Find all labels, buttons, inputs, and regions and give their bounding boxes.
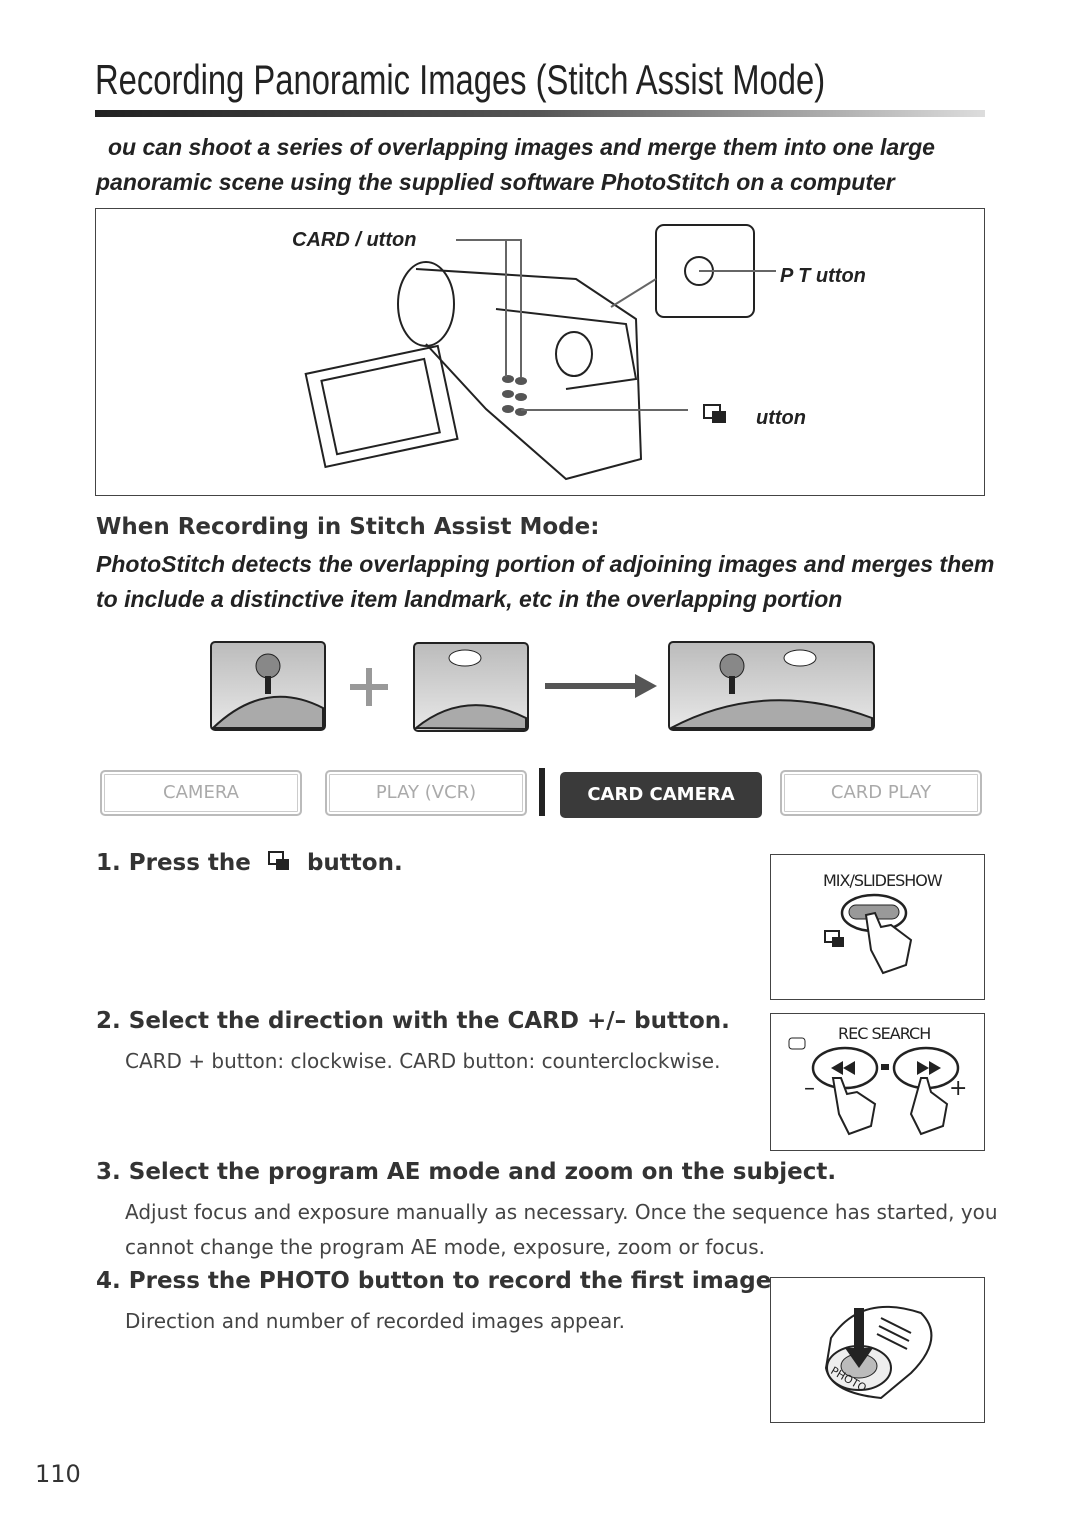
stitch-button-label: utton [756, 407, 806, 429]
mode-card-play: CARD PLAY [780, 770, 982, 816]
rec-search-figure: REC SEARCH – + [770, 1013, 985, 1151]
note-line-1: PhotoStitch detects the overlapping port… [96, 551, 995, 577]
step-3-body-2: cannot change the program AE mode, expos… [125, 1235, 765, 1259]
stitch-assist-icon [267, 851, 289, 870]
mix-slideshow-figure: MIX/SLIDESHOW [770, 854, 985, 1000]
photo-button-label: P T utton [780, 265, 866, 287]
camcorder-illustration [304, 224, 776, 481]
step-1-title: 1. Press the button. [96, 850, 403, 876]
mode-play-vcr: PLAY (VCR) [325, 770, 527, 816]
step-4-body: Direction and number of recorded images … [125, 1309, 626, 1333]
photo-button-press-icon [824, 1305, 933, 1400]
arrow-icon [545, 674, 657, 698]
step-2-body: CARD + button: clockwise. CARD button: c… [125, 1049, 721, 1073]
photo-button-figure: PHOTO [770, 1277, 985, 1423]
card-button-label: CARD / utton [292, 229, 417, 251]
pressing-finger-icon [824, 893, 913, 975]
mode-card-camera: CARD CAMERA [560, 772, 762, 818]
step-3-body-1: Adjust focus and exposure manually as ne… [125, 1200, 998, 1224]
card-plus-minus-buttons [788, 1037, 960, 1136]
camcorder-diagram: CARD / utton P T utton utton [95, 208, 985, 496]
step-2-title: 2. Select the direction with the CARD +/… [96, 1008, 730, 1034]
step-4-title: 4. Press the PHOTO button to record the … [96, 1268, 781, 1294]
note-line-2: to include a distinctive item landmark, … [96, 586, 843, 612]
plus-icon [350, 668, 388, 706]
intro-line-1: ou can shoot a series of overlapping ima… [108, 134, 935, 160]
step-1-text: 1. Press the [96, 850, 251, 876]
section-heading: When Recording in Stitch Assist Mode: [96, 514, 600, 540]
step-1-text-end: button. [306, 850, 403, 876]
manual-page: Recording Panoramic Images (Stitch Assis… [0, 0, 1080, 1529]
mode-divider [539, 768, 545, 816]
page-number: 110 [35, 1460, 81, 1488]
stitch-example-illustration [210, 641, 875, 732]
page-title: Recording Panoramic Images (Stitch Assis… [95, 56, 826, 103]
intro-line-2: panoramic scene using the supplied softw… [96, 169, 895, 195]
title-underline [95, 110, 985, 117]
step-3-title: 3. Select the program AE mode and zoom o… [96, 1159, 837, 1185]
mode-camera: CAMERA [100, 770, 302, 816]
